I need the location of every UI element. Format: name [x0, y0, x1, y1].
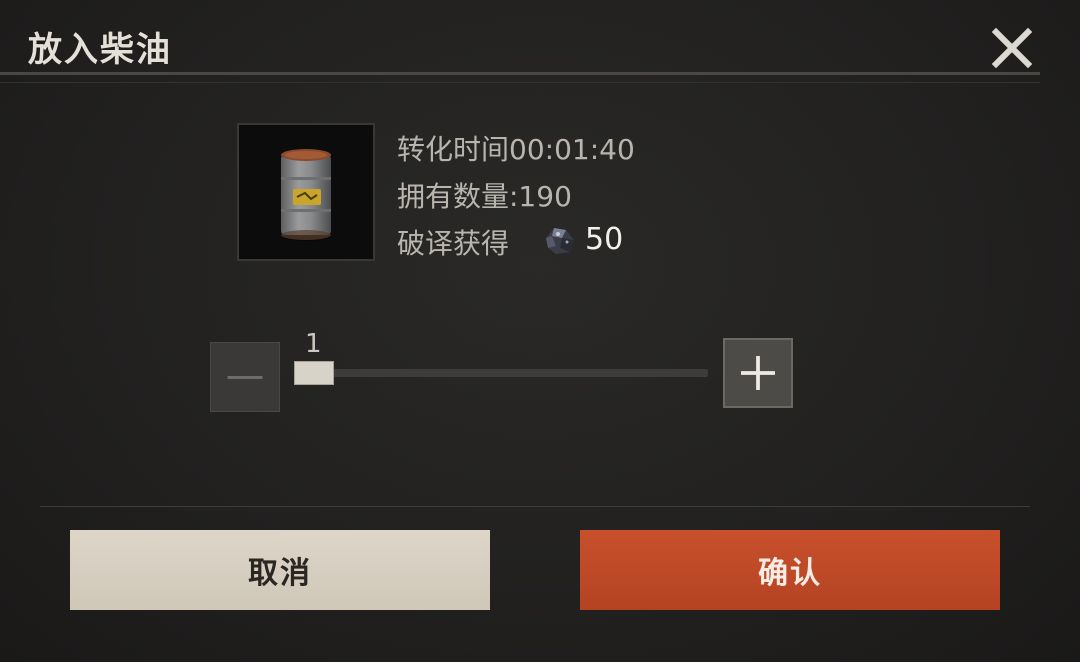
cancel-button[interactable]: 取消: [70, 530, 490, 610]
title-divider-thin: [0, 82, 1040, 83]
increase-button[interactable]: [723, 338, 793, 408]
cancel-button-label: 取消: [248, 556, 312, 591]
quantity-slider-track[interactable]: [296, 369, 708, 377]
minus-icon: [227, 376, 263, 379]
footer-divider: [40, 506, 1030, 507]
title-divider: [0, 72, 1040, 75]
confirm-button[interactable]: 确认: [580, 530, 1000, 610]
quantity-value: 1: [305, 329, 322, 359]
reward-amount: 50: [585, 222, 624, 257]
conversion-time: 转化时间00:01:40: [397, 133, 635, 166]
ore-chunk-icon: [540, 220, 580, 260]
close-icon: [991, 27, 1033, 69]
dialog-title: 放入柴油: [28, 30, 172, 70]
title-bar: 放入柴油: [0, 0, 1080, 80]
plus-icon: [741, 356, 775, 390]
decrease-button[interactable]: [210, 342, 280, 412]
confirm-button-label: 确认: [758, 556, 822, 591]
put-in-diesel-dialog: 放入柴油 转化时间00:01:40 拥有数量:190 破译获得 50 1 取消 …: [0, 0, 1080, 662]
owned-count: 拥有数量:190: [397, 180, 572, 213]
oil-barrel-icon: [280, 149, 332, 241]
item-slot: [237, 123, 375, 261]
reward-label: 破译获得: [397, 227, 510, 260]
close-button[interactable]: [986, 22, 1038, 74]
quantity-slider-handle[interactable]: [294, 361, 334, 385]
